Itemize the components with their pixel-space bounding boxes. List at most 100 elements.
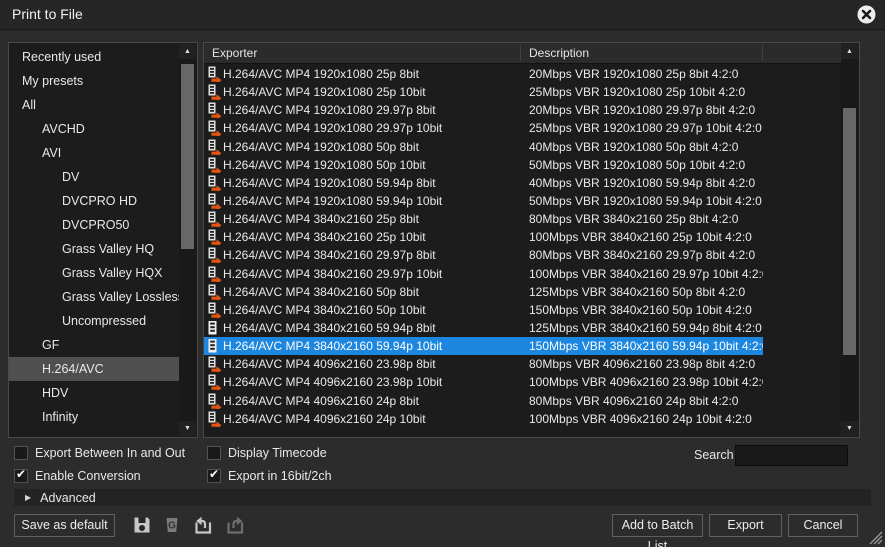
exporter-row[interactable]: H.264/AVC MP4 3840x2160 59.94p 10bit150M…: [204, 337, 841, 355]
exporter-row[interactable]: H.264/AVC MP4 3840x2160 25p 10bit100Mbps…: [204, 228, 841, 246]
advanced-label: Advanced: [40, 491, 96, 505]
exporter-row[interactable]: H.264/AVC MP4 3840x2160 25p 8bit80Mbps V…: [204, 210, 841, 228]
film-export-icon: [204, 266, 223, 282]
tree-item-avchd[interactable]: AVCHD: [9, 117, 179, 141]
scroll-up-icon[interactable]: ▲: [179, 44, 196, 59]
tree-item-grass-valley-lossless[interactable]: Grass Valley Lossless: [9, 285, 179, 309]
exporter-cell: H.264/AVC MP4 1920x1080 50p 10bit: [223, 158, 521, 172]
exporter-row[interactable]: H.264/AVC MP4 1920x1080 25p 8bit20Mbps V…: [204, 65, 841, 83]
save-icon[interactable]: [132, 515, 152, 535]
exporter-row[interactable]: H.264/AVC MP4 4096x2160 23.98p 8bit80Mbp…: [204, 355, 841, 373]
film-export-icon: [204, 229, 223, 245]
exporter-row[interactable]: H.264/AVC MP4 3840x2160 50p 8bit125Mbps …: [204, 283, 841, 301]
exporter-row[interactable]: H.264/AVC MP4 4096x2160 24p 10bit100Mbps…: [204, 410, 841, 428]
exporter-cell: H.264/AVC MP4 3840x2160 59.94p 8bit: [223, 321, 521, 335]
film-export-icon: [204, 102, 223, 118]
column-header-description[interactable]: Description: [529, 43, 589, 64]
import-preset-icon[interactable]: [193, 515, 213, 535]
column-header-exporter[interactable]: Exporter: [212, 43, 257, 64]
table-scrollbar[interactable]: ▲ ▼: [841, 44, 858, 436]
exporter-table-header: Exporter Description: [204, 43, 841, 64]
export-preset-icon[interactable]: [225, 515, 245, 535]
tree-item-grass-valley-hq[interactable]: Grass Valley HQ: [9, 237, 179, 261]
tree-item-all[interactable]: All: [9, 93, 179, 117]
display-timecode-checkbox[interactable]: [207, 446, 221, 460]
exporter-row[interactable]: H.264/AVC MP4 3840x2160 29.97p 8bit80Mbp…: [204, 246, 841, 264]
expander-arrow-icon: ▶: [25, 493, 31, 502]
scroll-down-icon[interactable]: ▼: [841, 421, 858, 436]
exporter-cell: H.264/AVC MP4 3840x2160 25p 10bit: [223, 230, 521, 244]
film-icon: [204, 320, 223, 336]
exporter-cell: H.264/AVC MP4 3840x2160 50p 10bit: [223, 303, 521, 317]
resize-grip[interactable]: [869, 531, 883, 545]
exporter-cell: H.264/AVC MP4 1920x1080 59.94p 10bit: [223, 194, 521, 208]
column-separator[interactable]: [520, 45, 521, 61]
save-as-default-button[interactable]: Save as default: [14, 514, 115, 537]
add-to-batch-list-button[interactable]: Add to Batch List: [612, 514, 703, 537]
description-cell: 40Mbps VBR 1920x1080 59.94p 8bit 4:2:0: [521, 176, 763, 190]
film-export-icon: [204, 411, 223, 427]
exporter-cell: H.264/AVC MP4 1920x1080 29.97p 8bit: [223, 103, 521, 117]
tree-item-infinity[interactable]: Infinity: [9, 405, 179, 429]
exporter-cell: H.264/AVC MP4 4096x2160 24p 8bit: [223, 394, 521, 408]
search-input[interactable]: [735, 445, 848, 466]
description-cell: 80Mbps VBR 3840x2160 25p 8bit 4:2:0: [521, 212, 763, 226]
tree-item-uncompressed[interactable]: Uncompressed: [9, 309, 179, 333]
cancel-button[interactable]: Cancel: [788, 514, 858, 537]
tree-item-my-presets[interactable]: My presets: [9, 69, 179, 93]
tree-item-grass-valley-hqx[interactable]: Grass Valley HQX: [9, 261, 179, 285]
exporter-row[interactable]: H.264/AVC MP4 3840x2160 59.94p 8bit125Mb…: [204, 319, 841, 337]
exporter-row[interactable]: H.264/AVC MP4 1920x1080 59.94p 8bit40Mbp…: [204, 174, 841, 192]
tree-item-dvcpro50[interactable]: DVCPRO50: [9, 213, 179, 237]
tree-item-recently-used[interactable]: Recently used: [9, 45, 179, 69]
table-scrollbar-thumb[interactable]: [843, 108, 856, 355]
description-cell: 100Mbps VBR 4096x2160 23.98p 10bit 4:2:0: [521, 375, 763, 389]
description-cell: 125Mbps VBR 3840x2160 59.94p 8bit 4:2:0: [521, 321, 763, 335]
film-export-icon: [204, 157, 223, 173]
exporter-row[interactable]: H.264/AVC MP4 1920x1080 25p 10bit25Mbps …: [204, 83, 841, 101]
description-cell: 150Mbps VBR 3840x2160 59.94p 10bit 4:2:0: [521, 339, 763, 353]
tree-item-dvcpro-hd[interactable]: DVCPRO HD: [9, 189, 179, 213]
scroll-up-icon[interactable]: ▲: [841, 44, 858, 59]
description-cell: 125Mbps VBR 3840x2160 50p 8bit 4:2:0: [521, 285, 763, 299]
tree-item-gf[interactable]: GF: [9, 333, 179, 357]
svg-text:G: G: [168, 521, 176, 532]
tree-item-dv[interactable]: DV: [9, 165, 179, 189]
enable-conversion-checkbox[interactable]: [14, 469, 28, 483]
tree-scrollbar-thumb[interactable]: [181, 64, 194, 249]
exporter-row[interactable]: H.264/AVC MP4 1920x1080 50p 8bit40Mbps V…: [204, 138, 841, 156]
tree-item-hdv[interactable]: HDV: [9, 381, 179, 405]
film-export-icon: [204, 84, 223, 100]
export-button[interactable]: Export: [709, 514, 782, 537]
exporter-row[interactable]: H.264/AVC MP4 3840x2160 50p 10bit150Mbps…: [204, 301, 841, 319]
exporter-cell: H.264/AVC MP4 3840x2160 29.97p 8bit: [223, 248, 521, 262]
tree-item-avi[interactable]: AVI: [9, 141, 179, 165]
export-16bit-label: Export in 16bit/2ch: [228, 469, 332, 483]
enable-conversion-option: Enable Conversion: [14, 467, 141, 484]
film-export-icon: [204, 393, 223, 409]
export-between-checkbox[interactable]: [14, 446, 28, 460]
exporter-row[interactable]: H.264/AVC MP4 4096x2160 24p 8bit80Mbps V…: [204, 392, 841, 410]
description-cell: 25Mbps VBR 1920x1080 29.97p 10bit 4:2:0: [521, 121, 763, 135]
exporter-row[interactable]: H.264/AVC MP4 1920x1080 29.97p 8bit20Mbp…: [204, 101, 841, 119]
exporter-row[interactable]: H.264/AVC MP4 1920x1080 50p 10bit50Mbps …: [204, 156, 841, 174]
scroll-down-icon[interactable]: ▼: [179, 421, 196, 436]
close-icon[interactable]: [857, 5, 876, 24]
tree-scrollbar[interactable]: ▲ ▼: [179, 44, 196, 436]
search-label: Search: [694, 448, 734, 462]
description-cell: 25Mbps VBR 1920x1080 25p 10bit 4:2:0: [521, 85, 763, 99]
delete-preset-icon[interactable]: G: [162, 515, 182, 535]
description-cell: 20Mbps VBR 1920x1080 29.97p 8bit 4:2:0: [521, 103, 763, 117]
column-separator[interactable]: [762, 45, 763, 61]
exporter-row[interactable]: H.264/AVC MP4 3840x2160 29.97p 10bit100M…: [204, 265, 841, 283]
film-export-icon: [204, 193, 223, 209]
tree-item-h-264-avc[interactable]: H.264/AVC: [9, 357, 179, 381]
exporter-row[interactable]: H.264/AVC MP4 1920x1080 29.97p 10bit25Mb…: [204, 119, 841, 137]
advanced-expander[interactable]: ▶ Advanced: [14, 489, 871, 506]
exporter-row[interactable]: H.264/AVC MP4 1920x1080 59.94p 10bit50Mb…: [204, 192, 841, 210]
export-16bit-checkbox[interactable]: [207, 469, 221, 483]
description-cell: 40Mbps VBR 1920x1080 50p 8bit 4:2:0: [521, 140, 763, 154]
exporter-row[interactable]: H.264/AVC MP4 4096x2160 23.98p 10bit100M…: [204, 373, 841, 391]
film-export-icon: [204, 175, 223, 191]
film-icon: [204, 338, 223, 354]
